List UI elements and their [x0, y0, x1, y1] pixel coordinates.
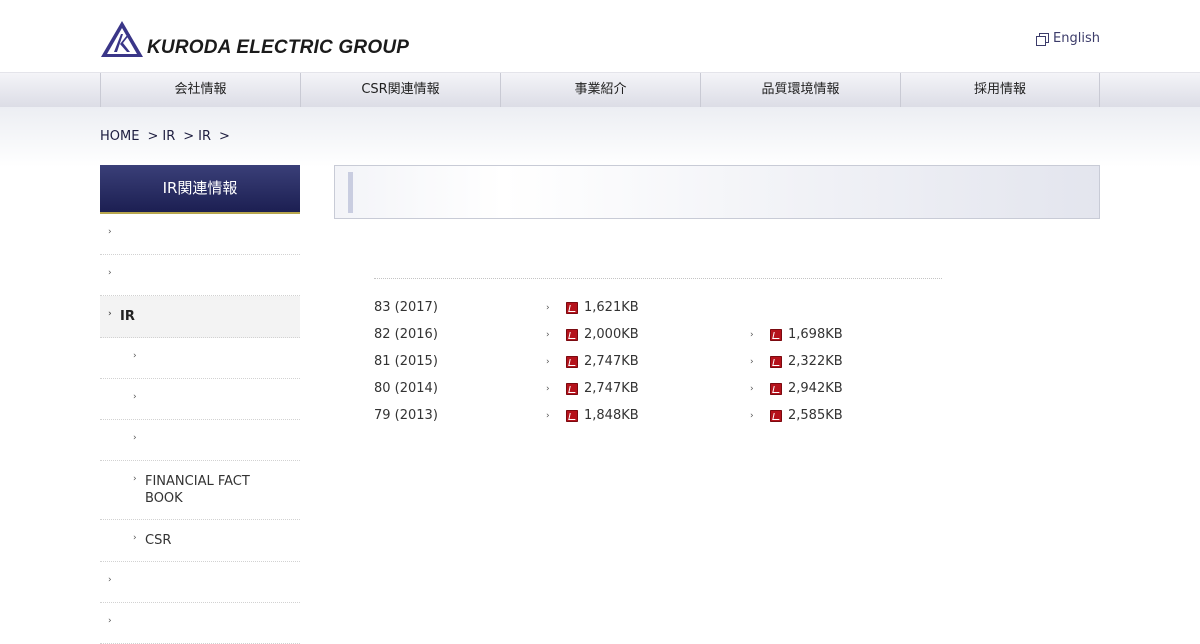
sidebar-title: IR関連情報: [100, 165, 300, 214]
file-size: 2,000KB: [584, 327, 639, 342]
chevron-right-icon: ›: [546, 329, 550, 340]
sidebar-item-label: [100, 338, 300, 362]
file-size: 2,585KB: [788, 408, 843, 423]
sidebar-item-label: [100, 562, 300, 586]
chevron-right-icon: ›: [133, 392, 137, 402]
nav-item-business[interactable]: 事業紹介: [500, 73, 700, 107]
nav-item-csr[interactable]: CSR関連情報: [300, 73, 500, 107]
sidebar-item[interactable]: ›: [100, 214, 300, 255]
chevron-right-icon: ›: [108, 309, 112, 319]
chevron-right-icon: ›: [546, 302, 550, 313]
chevron-right-icon: ›: [133, 433, 137, 443]
sidebar-item-label: CSR: [145, 533, 172, 548]
pdf-icon: [566, 355, 578, 368]
sidebar-subitem-csr[interactable]: › CSR: [100, 520, 300, 562]
breadcrumb-ir[interactable]: IR: [162, 129, 175, 144]
pdf-icon: [770, 355, 782, 368]
title-accent-bar: [348, 172, 353, 213]
report-pdf-link[interactable]: › 2,000KB: [546, 326, 639, 343]
breadcrumb-separator: >: [147, 129, 159, 144]
sidebar-item[interactable]: ›: [100, 603, 300, 644]
chevron-right-icon: ›: [108, 575, 112, 585]
site-header: KURODA ELECTRIC GROUP English: [0, 0, 1200, 72]
pdf-icon: [770, 328, 782, 341]
sidebar-item[interactable]: ›: [100, 562, 300, 603]
breadcrumb: HOME > IR > IR >: [100, 129, 238, 144]
sidebar-subitem[interactable]: ›: [100, 420, 300, 461]
sidebar-item-label: [100, 420, 300, 444]
breadcrumb-separator: >: [219, 129, 230, 144]
logo-text: KURODA ELECTRIC GROUP: [147, 37, 410, 58]
report-year: 79 (2013): [374, 408, 438, 423]
file-size: 2,747KB: [584, 381, 639, 396]
sidebar-item-label: [100, 603, 300, 627]
report-pdf-link[interactable]: › 1,698KB: [750, 326, 843, 343]
nav-item-quality[interactable]: 品質環境情報: [700, 73, 900, 107]
chevron-right-icon: ›: [108, 268, 112, 278]
pdf-icon: [566, 301, 578, 314]
pdf-icon: [566, 382, 578, 395]
sidebar: IR関連情報 › › › IR › › › › FINANCIAL FACT BOO…: [100, 165, 300, 644]
chevron-right-icon: ›: [133, 533, 137, 543]
sidebar-item-label: [100, 214, 300, 238]
global-nav: 会社情報 CSR関連情報 事業紹介 品質環境情報 採用情報: [0, 72, 1200, 108]
pdf-icon: [566, 328, 578, 341]
breadcrumb-home[interactable]: HOME: [100, 129, 139, 144]
chevron-right-icon: ›: [750, 329, 754, 340]
sidebar-subitem-financial-fact-book[interactable]: › FINANCIAL FACT BOOK: [100, 461, 300, 520]
file-size: 2,942KB: [788, 381, 843, 396]
pdf-icon: [770, 409, 782, 422]
file-size: 1,848KB: [584, 408, 639, 423]
sidebar-item-label: [100, 255, 300, 279]
report-pdf-link[interactable]: › 1,848KB: [546, 407, 639, 424]
page-title-box: [334, 165, 1100, 219]
sidebar-item-ir[interactable]: › IR: [100, 296, 300, 338]
chevron-right-icon: ›: [546, 383, 550, 394]
report-pdf-link[interactable]: › 2,747KB: [546, 353, 639, 370]
chevron-right-icon: ›: [133, 474, 137, 484]
sidebar-item-label: IR: [120, 309, 135, 324]
chevron-right-icon: ›: [546, 356, 550, 367]
pdf-icon: [770, 382, 782, 395]
chevron-right-icon: ›: [108, 227, 112, 237]
sidebar-item[interactable]: ›: [100, 255, 300, 296]
chevron-right-icon: ›: [750, 356, 754, 367]
sidebar-list: › › › IR › › › › FINANCIAL FACT BOOK › CSR …: [100, 214, 300, 644]
file-size: 1,621KB: [584, 300, 639, 315]
report-year: 83 (2017): [374, 300, 438, 315]
report-year: 80 (2014): [374, 381, 438, 396]
file-size: 2,747KB: [584, 354, 639, 369]
report-year: 82 (2016): [374, 327, 438, 342]
logo-mark-icon: [101, 21, 143, 57]
sidebar-subitem[interactable]: ›: [100, 338, 300, 379]
pdf-icon: [566, 409, 578, 422]
site-logo[interactable]: KURODA ELECTRIC GROUP: [100, 20, 409, 58]
language-label: English: [1053, 31, 1100, 46]
file-size: 2,322KB: [788, 354, 843, 369]
report-pdf-link[interactable]: › 2,942KB: [750, 380, 843, 397]
section-divider: [374, 278, 942, 279]
report-pdf-link[interactable]: › 1,621KB: [546, 299, 639, 316]
sidebar-item-label: FINANCIAL FACT BOOK: [145, 474, 250, 506]
file-size: 1,698KB: [788, 327, 843, 342]
report-pdf-link[interactable]: › 2,322KB: [750, 353, 843, 370]
language-icon: [1036, 33, 1050, 46]
report-pdf-link[interactable]: › 2,585KB: [750, 407, 843, 424]
chevron-right-icon: ›: [546, 410, 550, 421]
nav-item-recruit[interactable]: 採用情報: [900, 73, 1100, 107]
breadcrumb-ir-sub[interactable]: IR: [198, 129, 211, 144]
chevron-right-icon: ›: [133, 351, 137, 361]
sidebar-item-label: [100, 379, 300, 403]
report-pdf-link[interactable]: › 2,747KB: [546, 380, 639, 397]
chevron-right-icon: ›: [750, 410, 754, 421]
sidebar-subitem[interactable]: ›: [100, 379, 300, 420]
nav-item-company[interactable]: 会社情報: [100, 73, 300, 107]
breadcrumb-separator: >: [183, 129, 195, 144]
chevron-right-icon: ›: [750, 383, 754, 394]
language-switch[interactable]: English: [1036, 31, 1100, 46]
chevron-right-icon: ›: [108, 616, 112, 626]
report-year: 81 (2015): [374, 354, 438, 369]
